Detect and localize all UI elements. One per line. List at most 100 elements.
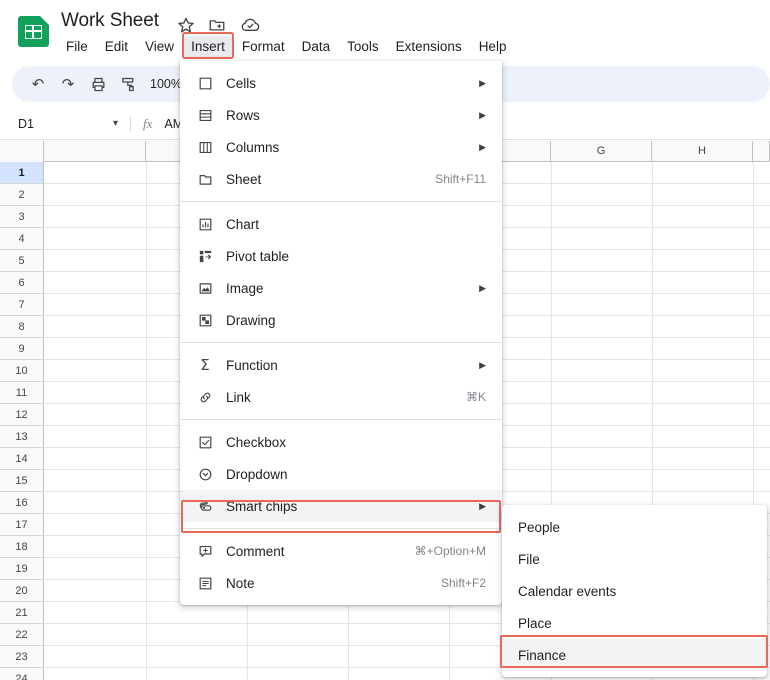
smart-chip-option-file[interactable]: File bbox=[502, 543, 767, 575]
menu-file[interactable]: File bbox=[58, 36, 96, 57]
menu-divider bbox=[180, 201, 502, 202]
insert-menu-item-shortcut: Shift+F2 bbox=[440, 576, 486, 590]
row-header-6[interactable]: 6 bbox=[0, 272, 44, 294]
logo-grid bbox=[25, 25, 42, 39]
insert-menu-item-label: Cells bbox=[226, 75, 257, 91]
row-header-11[interactable]: 11 bbox=[0, 382, 44, 404]
row-header-16[interactable]: 16 bbox=[0, 492, 44, 514]
row-header-8[interactable]: 8 bbox=[0, 316, 44, 338]
menu-tools[interactable]: Tools bbox=[339, 36, 387, 57]
row-header-7[interactable]: 7 bbox=[0, 294, 44, 316]
row-header-13[interactable]: 13 bbox=[0, 426, 44, 448]
menu-bar: File Edit View Insert Format Data Tools … bbox=[58, 34, 515, 58]
insert-menu-item-checkbox[interactable]: Checkbox bbox=[180, 426, 502, 458]
insert-menu-item-comment[interactable]: Comment ⌘+Option+M bbox=[180, 535, 502, 567]
menu-extensions[interactable]: Extensions bbox=[388, 36, 470, 57]
menu-data[interactable]: Data bbox=[294, 36, 339, 57]
cells-icon bbox=[194, 73, 216, 93]
row-header-4[interactable]: 4 bbox=[0, 228, 44, 250]
link-icon bbox=[194, 387, 216, 407]
insert-menu-item-drawing[interactable]: Drawing bbox=[180, 304, 502, 336]
row-header-12[interactable]: 12 bbox=[0, 404, 44, 426]
column-header-H[interactable]: H bbox=[652, 141, 753, 162]
submenu-arrow-icon: ▶ bbox=[479, 282, 486, 293]
insert-menu-item-label: Chart bbox=[226, 216, 260, 232]
menu-format[interactable]: Format bbox=[234, 36, 293, 57]
menu-edit[interactable]: Edit bbox=[97, 36, 136, 57]
note-icon bbox=[194, 573, 216, 593]
submenu-arrow-icon: ▶ bbox=[479, 359, 486, 370]
smart-chips-submenu[interactable]: People File Calendar events Place Finance bbox=[502, 505, 767, 677]
row-header-2[interactable]: 2 bbox=[0, 184, 44, 206]
menu-divider bbox=[180, 342, 502, 343]
move-to-folder-icon[interactable] bbox=[208, 16, 226, 34]
row-header-22[interactable]: 22 bbox=[0, 624, 44, 646]
smart-chip-option-finance[interactable]: Finance bbox=[502, 639, 767, 671]
insert-menu-item-link[interactable]: Link ⌘K bbox=[180, 381, 502, 413]
row-header-23[interactable]: 23 bbox=[0, 646, 44, 668]
paint-format-icon[interactable] bbox=[114, 70, 142, 98]
smart-chip-option-calendar-events[interactable]: Calendar events bbox=[502, 575, 767, 607]
document-title[interactable]: Work Sheet bbox=[61, 10, 159, 32]
insert-menu-item-columns[interactable]: Columns ▶ bbox=[180, 131, 502, 163]
insert-menu-item-shortcut: ⌘K bbox=[465, 390, 486, 404]
row-header-14[interactable]: 14 bbox=[0, 448, 44, 470]
select-all-corner[interactable] bbox=[0, 141, 44, 162]
row-header-21[interactable]: 21 bbox=[0, 602, 44, 624]
drive-status-cloud-icon[interactable] bbox=[240, 16, 260, 34]
column-header-col0[interactable] bbox=[44, 141, 146, 162]
insert-menu-item-sheet[interactable]: Sheet Shift+F11 bbox=[180, 163, 502, 195]
drawing-icon bbox=[194, 310, 216, 330]
star-icon[interactable] bbox=[177, 16, 195, 34]
undo-button[interactable]: ↶ bbox=[24, 70, 52, 98]
function-sigma-icon: Σ bbox=[200, 356, 210, 374]
row-header-19[interactable]: 19 bbox=[0, 558, 44, 580]
menu-view[interactable]: View bbox=[137, 36, 182, 57]
insert-dropdown-menu[interactable]: Cells ▶ Rows ▶ Columns ▶ Sheet Shift+F11 Chart Pi… bbox=[180, 61, 502, 605]
smart-chip-option-label: Finance bbox=[518, 647, 567, 663]
chevron-down-icon[interactable]: ▾ bbox=[113, 118, 118, 129]
row-header-20[interactable]: 20 bbox=[0, 580, 44, 602]
menu-insert[interactable]: Insert bbox=[183, 35, 233, 57]
pivot-table-icon bbox=[194, 246, 216, 266]
insert-menu-item-dropdown[interactable]: Dropdown bbox=[180, 458, 502, 490]
app-header: Work Sheet File Edit View Insert Format … bbox=[0, 0, 770, 62]
insert-menu-item-cells[interactable]: Cells ▶ bbox=[180, 67, 502, 99]
smart-chips-icon bbox=[194, 496, 216, 516]
smart-chip-option-people[interactable]: People bbox=[502, 511, 767, 543]
row-header-24[interactable]: 24 bbox=[0, 668, 44, 680]
smart-chip-option-label: Calendar events bbox=[518, 583, 617, 599]
row-header-1[interactable]: 1 bbox=[0, 162, 44, 184]
insert-menu-item-chart[interactable]: Chart bbox=[180, 208, 502, 240]
fx-icon: fx bbox=[143, 115, 153, 131]
column-header-col7[interactable] bbox=[753, 141, 770, 162]
row-header-15[interactable]: 15 bbox=[0, 470, 44, 492]
row-header-3[interactable]: 3 bbox=[0, 206, 44, 228]
insert-menu-item-pivot-table[interactable]: Pivot table bbox=[180, 240, 502, 272]
submenu-arrow-icon: ▶ bbox=[479, 141, 486, 152]
insert-menu-item-label: Dropdown bbox=[226, 466, 288, 482]
insert-menu-item-note[interactable]: Note Shift+F2 bbox=[180, 567, 502, 599]
insert-menu-item-label: Checkbox bbox=[226, 434, 287, 450]
insert-menu-item-function[interactable]: Σ Function ▶ bbox=[180, 349, 502, 381]
menu-help[interactable]: Help bbox=[471, 36, 515, 57]
insert-menu-item-label: Function bbox=[226, 357, 278, 373]
row-header-9[interactable]: 9 bbox=[0, 338, 44, 360]
print-icon[interactable] bbox=[84, 70, 112, 98]
redo-button[interactable]: ↷ bbox=[54, 70, 82, 98]
name-box[interactable]: D1 ▾ bbox=[18, 117, 118, 131]
insert-menu-item-image[interactable]: Image ▶ bbox=[180, 272, 502, 304]
insert-menu-item-label: Rows bbox=[226, 107, 260, 123]
insert-menu-item-rows[interactable]: Rows ▶ bbox=[180, 99, 502, 131]
submenu-arrow-icon: ▶ bbox=[479, 77, 486, 88]
smart-chip-option-place[interactable]: Place bbox=[502, 607, 767, 639]
insert-menu-item-shortcut: Shift+F11 bbox=[435, 172, 486, 186]
column-header-G[interactable]: G bbox=[551, 141, 652, 162]
row-header-17[interactable]: 17 bbox=[0, 514, 44, 536]
row-header-5[interactable]: 5 bbox=[0, 250, 44, 272]
google-sheets-logo bbox=[18, 16, 49, 47]
insert-menu-item-label: Note bbox=[226, 575, 255, 591]
row-header-10[interactable]: 10 bbox=[0, 360, 44, 382]
row-header-18[interactable]: 18 bbox=[0, 536, 44, 558]
insert-menu-item-smart-chips[interactable]: Smart chips ▶ bbox=[180, 490, 502, 522]
